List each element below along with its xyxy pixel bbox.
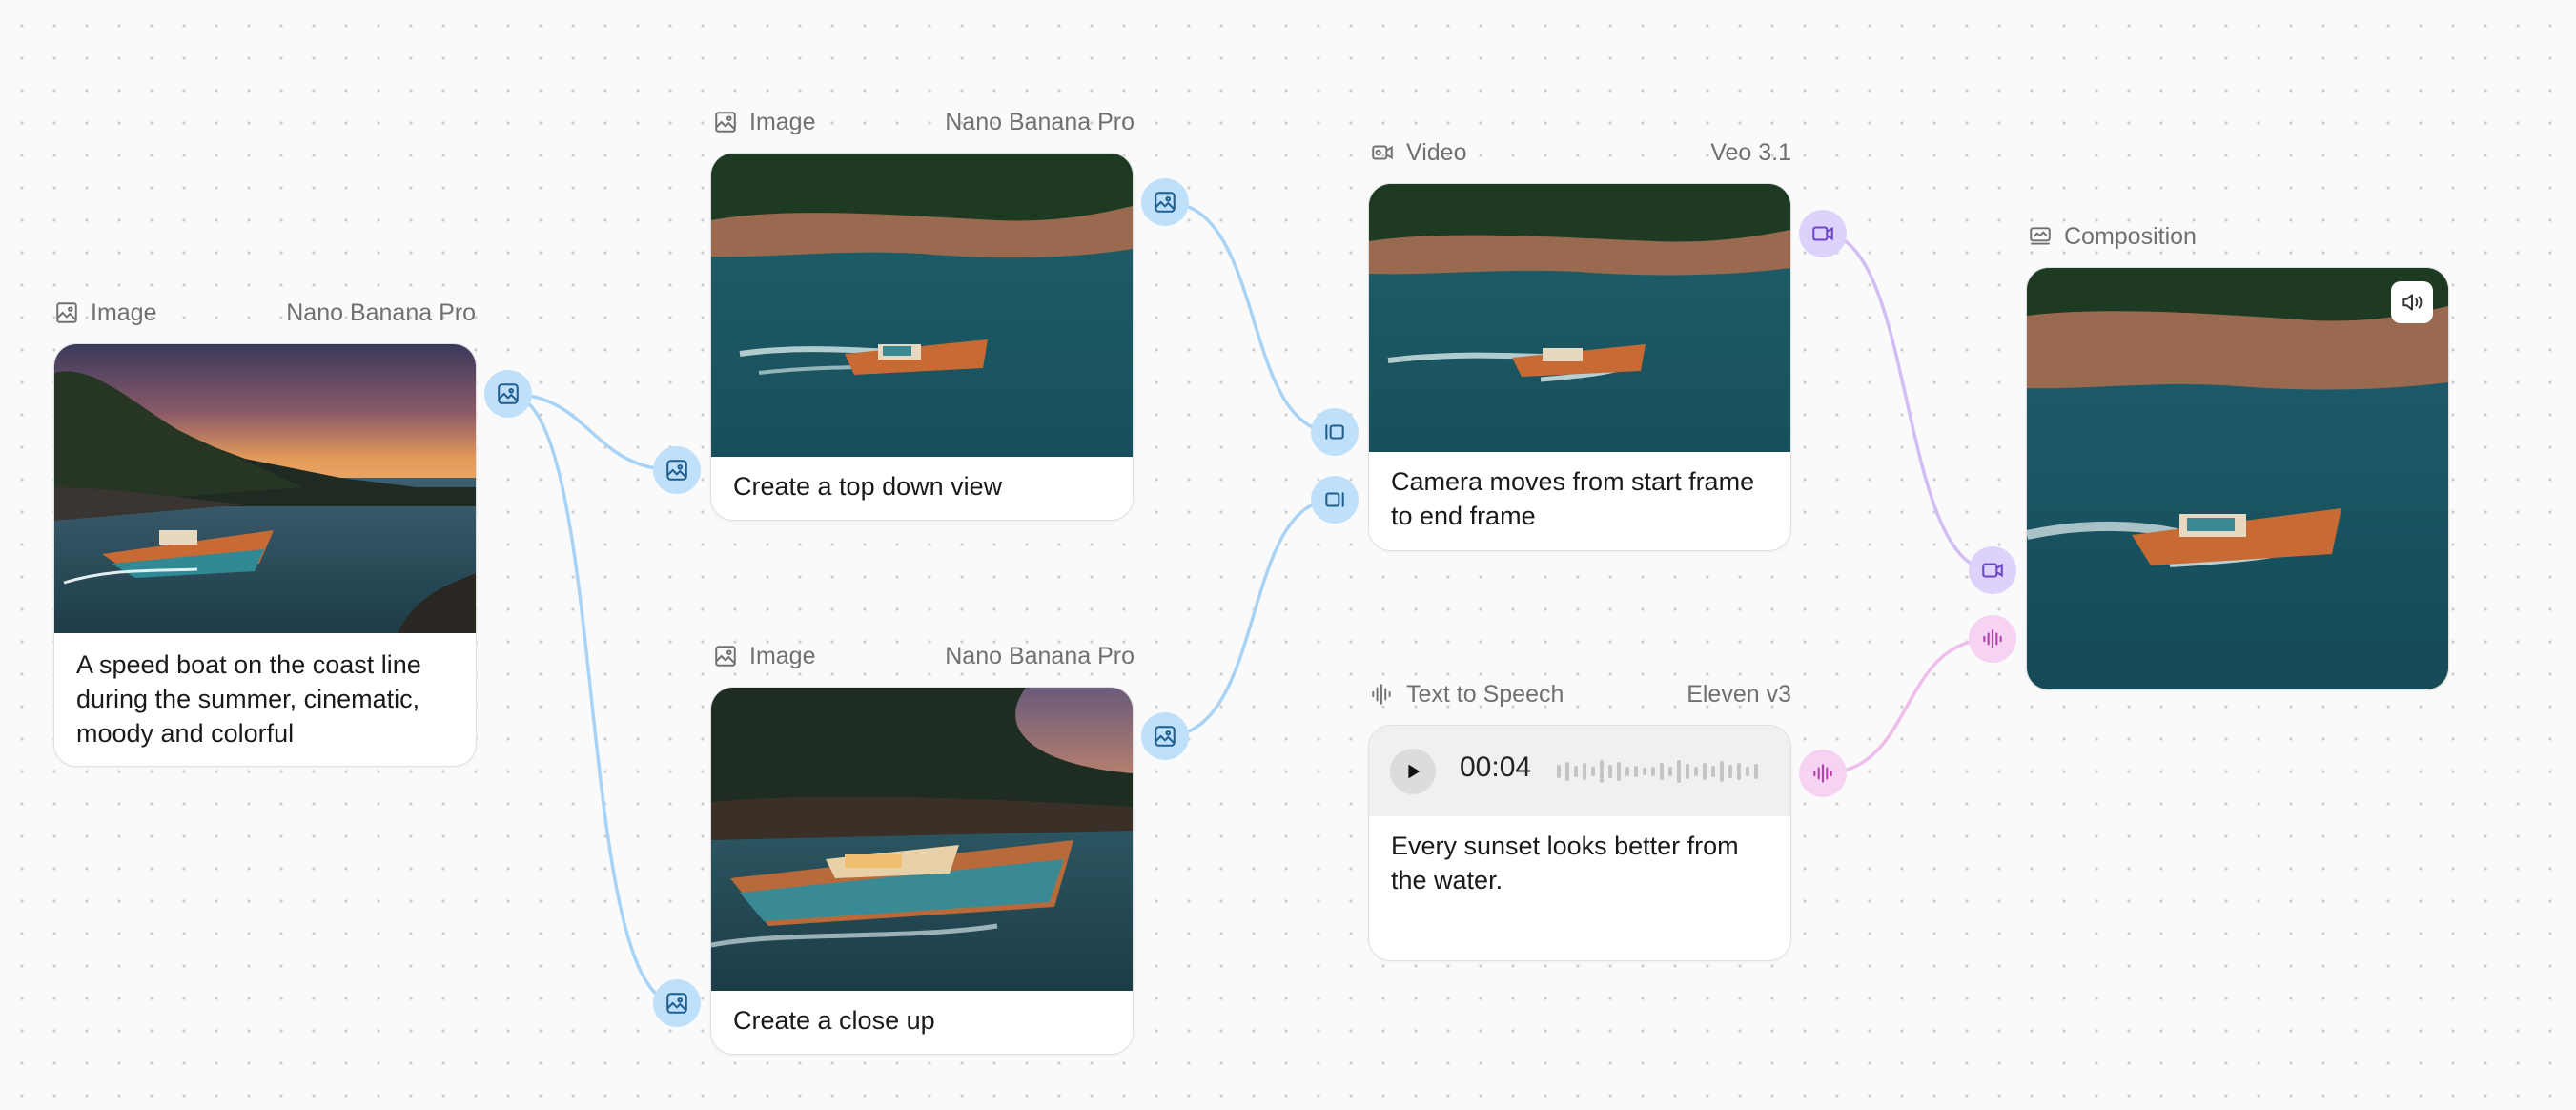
image3-type-label: Image: [749, 642, 816, 669]
tts-card[interactable]: 00:04 Every sunset looks better from the…: [1368, 725, 1791, 961]
image1-prompt[interactable]: A speed boat on the coast line during th…: [76, 648, 457, 750]
wire-image2-to-video-start: [1163, 200, 1337, 434]
play-button[interactable]: [1390, 749, 1436, 794]
image2-type-label: Image: [749, 108, 816, 135]
image3-output-port[interactable]: [1141, 712, 1189, 760]
video-icon: [1370, 140, 1395, 165]
tts-type-label: Text to Speech: [1406, 680, 1564, 708]
tts-prompt[interactable]: Every sunset looks better from the water…: [1391, 829, 1771, 897]
composition-preview: [2027, 268, 2448, 689]
volume-icon: [2400, 290, 2424, 315]
wire-image1-to-image3: [506, 392, 679, 1005]
image2-header: Image Nano Banana Pro: [713, 106, 1135, 138]
play-icon: [1402, 761, 1423, 782]
image-icon: [713, 644, 738, 668]
video-prompt[interactable]: Camera moves from start frame to end fra…: [1391, 464, 1771, 533]
image1-card[interactable]: A speed boat on the coast line during th…: [53, 343, 477, 767]
composition-header: Composition: [2028, 220, 2449, 253]
image2-card[interactable]: Create a top down view: [710, 153, 1134, 521]
video-output-port[interactable]: [1799, 210, 1847, 257]
video-card[interactable]: Camera moves from start frame to end fra…: [1368, 183, 1791, 551]
image3-card[interactable]: Create a close up: [710, 687, 1134, 1055]
wire-tts-to-composition: [1821, 637, 1994, 775]
tts-output-port[interactable]: [1799, 750, 1847, 797]
image3-prompt[interactable]: Create a close up: [733, 1003, 1114, 1038]
composition-type-label: Composition: [2064, 222, 2197, 250]
video-start-frame-port[interactable]: [1311, 408, 1359, 456]
audio-waveform[interactable]: [1557, 757, 1767, 786]
image1-output-port[interactable]: [484, 370, 532, 418]
video-type-label: Video: [1406, 138, 1467, 166]
image-icon: [54, 300, 79, 325]
image3-header: Image Nano Banana Pro: [713, 640, 1135, 672]
volume-button[interactable]: [2391, 281, 2433, 323]
video-header: Video Veo 3.1: [1370, 136, 1791, 169]
image2-output-port[interactable]: [1141, 178, 1189, 226]
image2-input-port[interactable]: [653, 446, 701, 494]
tts-model-label: Eleven v3: [1687, 680, 1791, 708]
video-thumbnail: [1369, 184, 1790, 452]
tts-header: Text to Speech Eleven v3: [1370, 678, 1791, 710]
image2-model-label: Nano Banana Pro: [945, 108, 1135, 135]
audio-time: 00:04: [1460, 751, 1532, 783]
image1-header: Image Nano Banana Pro: [54, 297, 476, 329]
composition-icon: [2028, 224, 2053, 249]
image2-prompt[interactable]: Create a top down view: [733, 469, 1114, 504]
audio-player: 00:04: [1369, 726, 1790, 816]
image3-thumbnail: [711, 688, 1133, 991]
wire-image1-to-image2: [506, 392, 679, 472]
image1-thumbnail: [54, 344, 476, 633]
image1-type-label: Image: [91, 298, 157, 326]
image3-model-label: Nano Banana Pro: [945, 642, 1135, 669]
image2-thumbnail: [711, 154, 1133, 457]
image1-model-label: Nano Banana Pro: [286, 298, 476, 326]
image3-input-port[interactable]: [653, 979, 701, 1027]
composition-video-input-port[interactable]: [1969, 546, 2016, 594]
video-end-frame-port[interactable]: [1311, 476, 1359, 524]
composition-card[interactable]: [2026, 267, 2449, 690]
image-icon: [713, 110, 738, 134]
video-model-label: Veo 3.1: [1710, 138, 1791, 166]
composition-audio-input-port[interactable]: [1969, 615, 2016, 663]
wire-image3-to-video-end: [1163, 498, 1337, 738]
waveform-icon: [1370, 682, 1395, 707]
wire-video-to-composition: [1821, 232, 1994, 572]
